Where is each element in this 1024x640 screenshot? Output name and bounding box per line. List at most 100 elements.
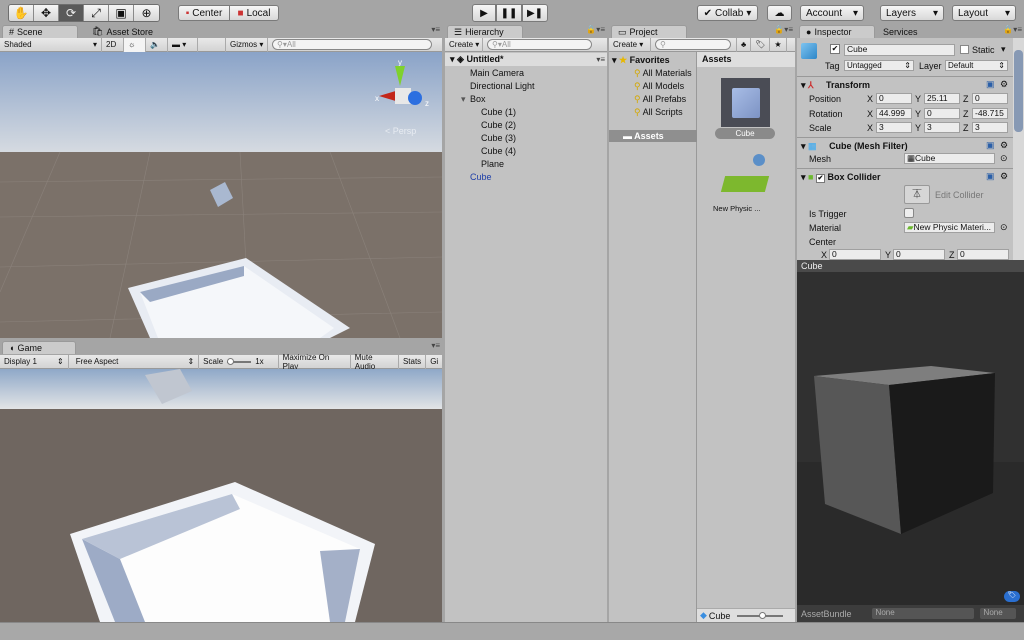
2d-toggle[interactable]: 2D [102,37,124,52]
gear-icon[interactable]: ⚙ [1000,79,1008,90]
expand-arrow-icon[interactable]: ▾ [461,94,466,105]
persp-label[interactable]: < Persp [385,126,416,136]
assets-folder-item[interactable]: ▬ Assets [609,130,697,142]
transform-tool-button[interactable]: ⊕ [134,5,159,21]
scene-view[interactable]: y x z < Persp [0,52,442,338]
maximize-on-play-toggle[interactable]: Maximize On Play [279,353,351,371]
tab-services[interactable]: Services [877,25,924,38]
center-z-field[interactable]: 0 [957,249,1009,260]
tab-inspector[interactable]: ● Inspector [799,25,875,38]
hierarchy-item[interactable]: Cube (4) [481,146,516,156]
game-view[interactable] [0,369,442,622]
scale-tool-button[interactable]: ⤢ [84,5,109,21]
stats-toggle[interactable]: Stats [399,354,427,369]
aspect-dropdown[interactable]: Free Aspect ⇕ [72,354,200,369]
step-button[interactable]: ▶❚ [522,4,548,22]
pause-button[interactable]: ❚❚ [496,4,522,22]
inspector-scrollbar[interactable] [1013,38,1024,260]
tab-asset-store[interactable]: 🛍 Asset Store [86,25,159,38]
edit-collider-button[interactable]: ⏄ [904,185,930,204]
position-x-field[interactable]: 0 [876,93,912,104]
box-collider-header[interactable]: ▾ ■ ✔ Box Collider [801,172,881,183]
object-picker-icon[interactable]: ⊙ [1000,222,1008,233]
collab-button[interactable]: ✔ Collab ▾ [697,5,758,21]
rect-tool-button[interactable]: ▣ [109,5,134,21]
tag-dropdown[interactable]: Untagged ⇕ [844,60,914,71]
hierarchy-item[interactable]: Directional Light [470,81,535,91]
rotation-y-field[interactable]: 0 [924,108,960,119]
tab-hierarchy[interactable]: ☰ Hierarchy [447,25,523,38]
center-y-field[interactable]: 0 [893,249,945,260]
gear-icon[interactable]: ⚙ [1000,171,1008,182]
transform-header[interactable]: ▾ ⅄ Transform [801,80,870,91]
lock-icon[interactable]: 🔒▾≡ [586,25,605,34]
hierarchy-item-selected[interactable]: Cube [470,172,492,182]
lock-icon[interactable]: 🔒▾≡ [1003,25,1022,34]
mesh-filter-header[interactable]: ▾ ▦ Cube (Mesh Filter) [801,141,908,152]
gizmos-dropdown[interactable]: Gi [426,355,442,369]
layers-dropdown[interactable]: Layers ▾ [880,5,944,21]
static-checkbox[interactable] [960,45,969,54]
position-z-field[interactable]: 0 [972,93,1008,104]
create-dropdown[interactable]: Create ▾ [609,37,651,52]
hierarchy-item[interactable]: Cube (1) [481,107,516,117]
preview-header[interactable]: Cube [797,260,1024,272]
hierarchy-item[interactable]: Cube (2) [481,120,516,130]
material-field[interactable]: ▰New Physic Materi... [904,222,995,233]
mute-audio-toggle[interactable]: Mute Audio [351,353,399,371]
audio-toggle[interactable]: 🔈 [146,37,168,52]
hand-tool-button[interactable]: ✋ [9,5,34,21]
pivot-local-button[interactable]: ■ Local [229,5,279,21]
object-picker-icon[interactable]: ⊙ [1000,153,1008,164]
y-axis-cone[interactable] [395,66,405,86]
asset-bundle-dropdown[interactable]: None [871,608,974,619]
filter-label-icon[interactable]: 🏷 [751,37,771,52]
help-icon[interactable]: ▣ [986,79,995,90]
favorite-item[interactable]: ⚲ All Materials [634,68,696,79]
preview-area[interactable]: 🏷 AssetBundle None None [797,272,1024,622]
panel-menu-icon[interactable]: ▾≡ [431,25,440,34]
center-x-field[interactable]: 0 [829,249,881,260]
scale-z-field[interactable]: 3 [972,122,1008,133]
mesh-field[interactable]: ▦Cube [904,153,995,164]
scene-search-input[interactable]: ⚲▾ All [272,39,432,50]
pivot-center-button[interactable]: ▪ Center [178,5,230,21]
is-trigger-checkbox[interactable] [904,208,914,218]
effects-dropdown[interactable]: ▬ ▾ [168,37,198,52]
slider-track[interactable] [227,357,252,365]
shading-dropdown[interactable]: Shaded ▾ [0,37,102,52]
cube-asset-thumbnail[interactable] [721,78,770,127]
hierarchy-item[interactable]: Box [470,94,486,104]
hierarchy-item[interactable]: Plane [481,159,504,169]
box-collider-checkbox[interactable]: ✔ [815,174,825,183]
asset-label[interactable]: New Physic ... [713,204,761,213]
gear-icon[interactable]: ⚙ [1000,140,1008,151]
tab-project[interactable]: ▭ Project [611,25,687,38]
create-dropdown[interactable]: Create ▾ [445,37,483,52]
favorite-item[interactable]: ⚲ All Prefabs [634,94,686,105]
scene-menu-icon[interactable]: ▾≡ [596,53,605,66]
help-icon[interactable]: ▣ [986,140,995,151]
tab-game[interactable]: ◖ Game [2,341,76,354]
tab-scene[interactable]: # Scene [2,25,78,38]
icon-size-slider[interactable] [736,611,783,619]
favorite-item[interactable]: ⚲ All Scripts [634,107,683,118]
label-tag-icon[interactable]: 🏷 [1004,591,1020,602]
static-dropdown-icon[interactable]: ▾ [1001,44,1006,55]
rotation-x-field[interactable]: 44.999 [876,108,912,119]
asset-bundle-variant-dropdown[interactable]: None [979,608,1016,619]
scene-orientation-gizmo[interactable]: y x z < Persp [375,58,435,138]
favorite-item[interactable]: ⚲ All Models [634,81,684,92]
rotate-tool-button[interactable]: ⟳ [59,5,84,21]
layout-dropdown[interactable]: Layout ▾ [952,5,1016,21]
play-button[interactable]: ▶ [472,4,496,22]
active-checkbox[interactable]: ✔ [830,44,840,54]
filter-type-icon[interactable]: ♣ [737,37,752,52]
scale-slider[interactable]: Scale 1x [199,354,279,369]
cloud-button[interactable]: ☁ [767,5,792,21]
object-name-input[interactable]: Cube [844,44,955,56]
favorite-star-icon[interactable]: ★ [770,37,787,52]
lock-icon[interactable]: 🔒▾≡ [774,25,793,34]
move-tool-button[interactable]: ✥ [34,5,59,21]
scene-header[interactable]: ▾ ◈ Untitled* ▾≡ [445,53,607,66]
